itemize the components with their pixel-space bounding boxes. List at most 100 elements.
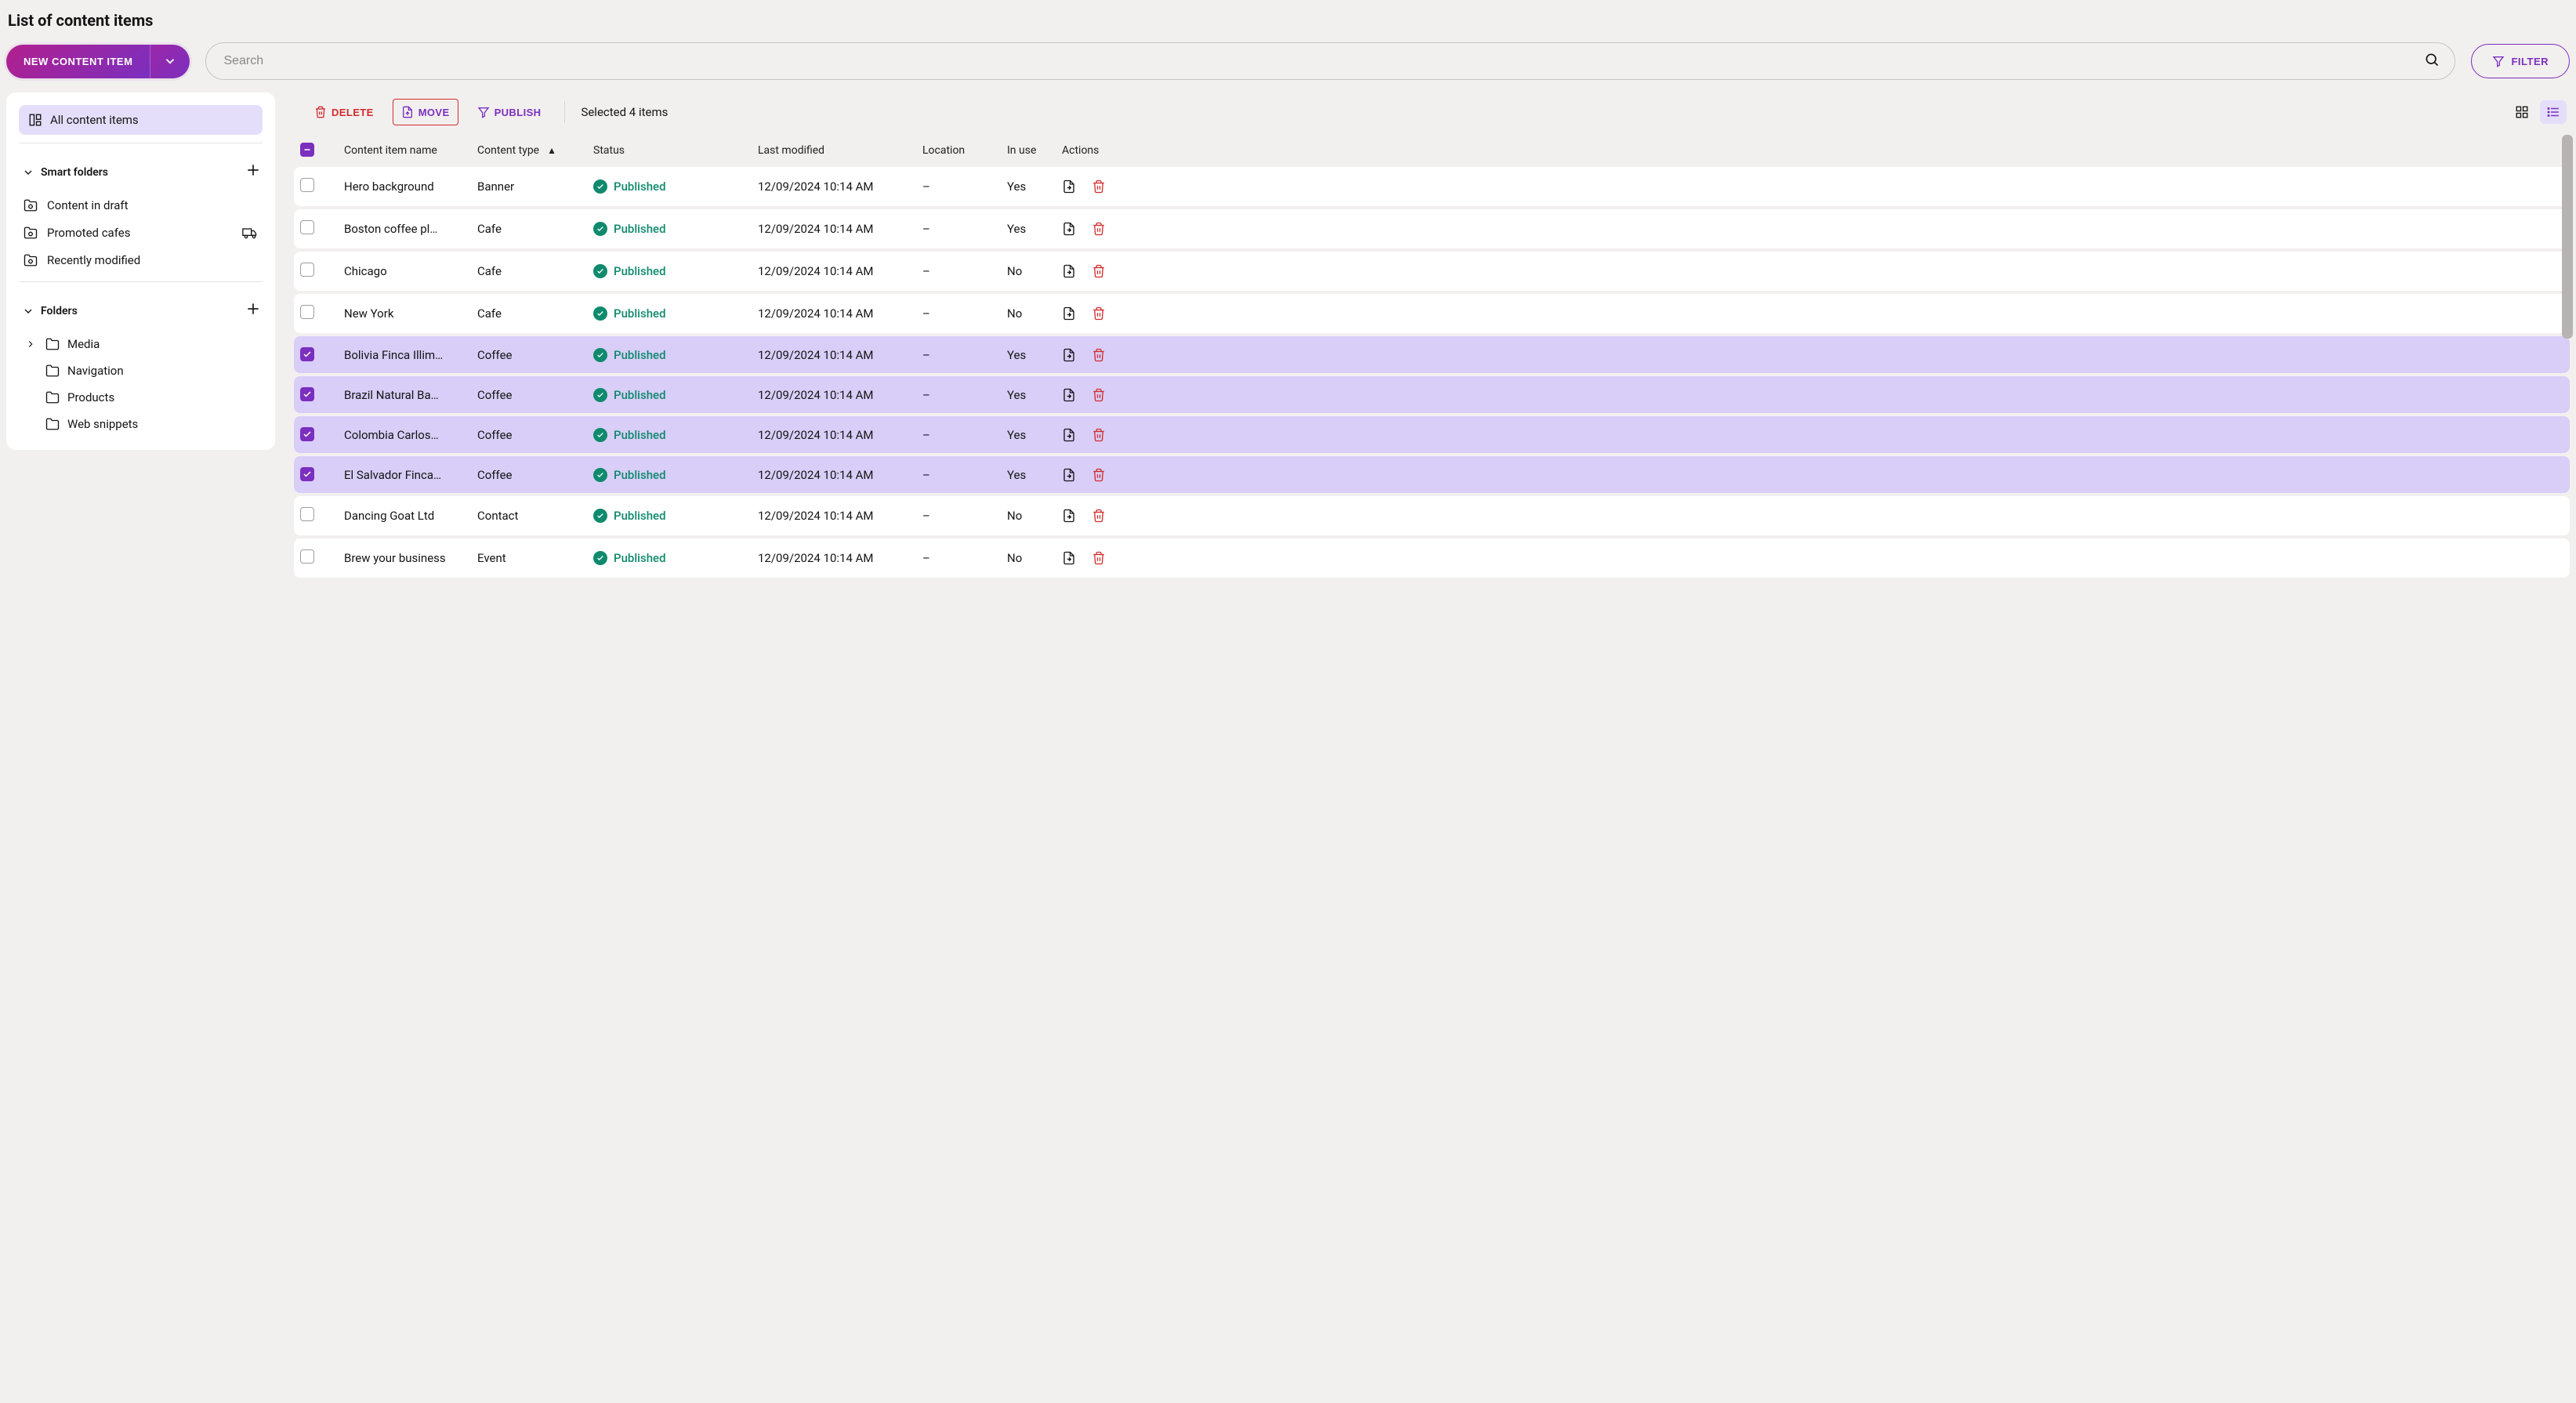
row-move-button[interactable] xyxy=(1062,428,1076,442)
grid-view-button[interactable] xyxy=(2509,100,2535,124)
row-checkbox[interactable] xyxy=(300,305,344,322)
smart-folder-icon xyxy=(24,253,38,267)
new-content-item-button[interactable]: NEW CONTENT ITEM xyxy=(6,45,150,78)
table-row[interactable]: Colombia Carlos…CoffeePublished12/09/202… xyxy=(294,416,2570,453)
list-view-button[interactable] xyxy=(2540,100,2567,124)
trash-icon xyxy=(1092,222,1106,236)
row-delete-button[interactable] xyxy=(1092,428,1106,442)
row-move-button[interactable] xyxy=(1062,179,1076,194)
row-delete-button[interactable] xyxy=(1092,348,1106,362)
row-name: Bolivia Finca Illim… xyxy=(344,348,477,362)
table-row[interactable]: New YorkCafePublished12/09/2024 10:14 AM… xyxy=(294,294,2570,333)
row-in-use: Yes xyxy=(1007,179,1062,194)
check-circle-icon xyxy=(593,264,607,278)
row-move-button[interactable] xyxy=(1062,264,1076,278)
table-row[interactable]: Dancing Goat LtdContactPublished12/09/20… xyxy=(294,496,2570,535)
row-checkbox[interactable] xyxy=(300,427,344,442)
filter-button[interactable]: FILTER xyxy=(2471,44,2570,78)
folder-item[interactable]: Media xyxy=(19,331,263,357)
row-checkbox[interactable] xyxy=(300,347,344,362)
col-name[interactable]: Content item name xyxy=(344,144,477,157)
move-file-icon xyxy=(1062,428,1076,442)
row-checkbox[interactable] xyxy=(300,220,344,237)
folder-icon xyxy=(45,364,60,378)
scrollbar-thumb[interactable] xyxy=(2562,135,2573,339)
check-circle-icon xyxy=(593,388,607,402)
row-delete-button[interactable] xyxy=(1092,222,1106,236)
bulk-publish-button[interactable]: PUBLISH xyxy=(469,100,549,125)
col-location[interactable]: Location xyxy=(922,144,1007,157)
row-delete-button[interactable] xyxy=(1092,388,1106,402)
check-circle-icon xyxy=(593,468,607,482)
row-checkbox[interactable] xyxy=(300,178,344,195)
row-move-button[interactable] xyxy=(1062,551,1076,565)
table-row[interactable]: Brazil Natural Ba…CoffeePublished12/09/2… xyxy=(294,376,2570,413)
bulk-delete-button[interactable]: DELETE xyxy=(306,100,382,125)
row-actions xyxy=(1062,222,1147,236)
row-move-button[interactable] xyxy=(1062,306,1076,321)
row-actions xyxy=(1062,306,1147,321)
row-in-use: Yes xyxy=(1007,222,1062,236)
table-row[interactable]: ChicagoCafePublished12/09/2024 10:14 AM–… xyxy=(294,252,2570,291)
row-location: – xyxy=(922,179,1007,194)
table-row[interactable]: Hero backgroundBannerPublished12/09/2024… xyxy=(294,167,2570,206)
row-status: Published xyxy=(593,264,758,278)
select-all-checkbox[interactable] xyxy=(300,143,344,158)
row-actions xyxy=(1062,428,1147,442)
smart-folder-item[interactable]: Recently modified xyxy=(19,247,263,274)
row-type: Cafe xyxy=(477,306,593,321)
table: Content item name Content type ▲ Status … xyxy=(294,135,2570,581)
bulk-action-bar: DELETE MOVE PUBLISH Selected 4 items xyxy=(294,92,2570,135)
trash-icon xyxy=(1092,468,1106,482)
col-status[interactable]: Status xyxy=(593,144,758,157)
folders-header[interactable]: Folders xyxy=(19,292,263,331)
row-location: – xyxy=(922,264,1007,278)
row-move-button[interactable] xyxy=(1062,388,1076,402)
add-smart-folder-button[interactable] xyxy=(244,161,263,184)
row-checkbox[interactable] xyxy=(300,507,344,524)
divider xyxy=(19,281,263,282)
smart-folder-item[interactable]: Promoted cafes xyxy=(19,219,263,247)
row-status: Published xyxy=(593,179,758,194)
table-row[interactable]: Boston coffee pl…CafePublished12/09/2024… xyxy=(294,209,2570,248)
row-actions xyxy=(1062,264,1147,278)
row-type: Cafe xyxy=(477,264,593,278)
table-row[interactable]: Brew your businessEventPublished12/09/20… xyxy=(294,538,2570,578)
col-in-use[interactable]: In use xyxy=(1007,144,1062,157)
new-content-item-dropdown[interactable] xyxy=(150,45,190,78)
table-row[interactable]: Bolivia Finca Illim…CoffeePublished12/09… xyxy=(294,336,2570,373)
row-delete-button[interactable] xyxy=(1092,509,1106,523)
table-row[interactable]: El Salvador Finca…CoffeePublished12/09/2… xyxy=(294,456,2570,493)
row-actions xyxy=(1062,388,1147,402)
row-checkbox[interactable] xyxy=(300,467,344,482)
row-type: Coffee xyxy=(477,348,593,362)
row-in-use: No xyxy=(1007,509,1062,523)
row-checkbox[interactable] xyxy=(300,387,344,402)
row-move-button[interactable] xyxy=(1062,509,1076,523)
smart-folders-header[interactable]: Smart folders xyxy=(19,153,263,192)
folder-item[interactable]: Web snippets xyxy=(19,411,263,437)
col-type[interactable]: Content type ▲ xyxy=(477,144,593,157)
row-delete-button[interactable] xyxy=(1092,264,1106,278)
row-move-button[interactable] xyxy=(1062,468,1076,482)
row-move-button[interactable] xyxy=(1062,348,1076,362)
sidebar-all-content-items[interactable]: All content items xyxy=(19,105,263,135)
row-delete-button[interactable] xyxy=(1092,179,1106,194)
row-move-button[interactable] xyxy=(1062,222,1076,236)
row-delete-button[interactable] xyxy=(1092,306,1106,321)
plus-icon xyxy=(245,162,261,178)
folder-item[interactable]: Products xyxy=(19,384,263,411)
row-delete-button[interactable] xyxy=(1092,551,1106,565)
folder-item[interactable]: Navigation xyxy=(19,357,263,384)
trash-icon xyxy=(1092,551,1106,565)
row-delete-button[interactable] xyxy=(1092,468,1106,482)
search-input[interactable] xyxy=(205,42,2455,80)
row-checkbox[interactable] xyxy=(300,263,344,280)
smart-folder-item[interactable]: Content in draft xyxy=(19,192,263,219)
col-modified[interactable]: Last modified xyxy=(758,144,922,157)
add-folder-button[interactable] xyxy=(244,299,263,323)
row-modified: 12/09/2024 10:14 AM xyxy=(758,222,922,236)
row-checkbox[interactable] xyxy=(300,549,344,567)
row-in-use: Yes xyxy=(1007,388,1062,402)
bulk-move-button[interactable]: MOVE xyxy=(393,99,458,125)
